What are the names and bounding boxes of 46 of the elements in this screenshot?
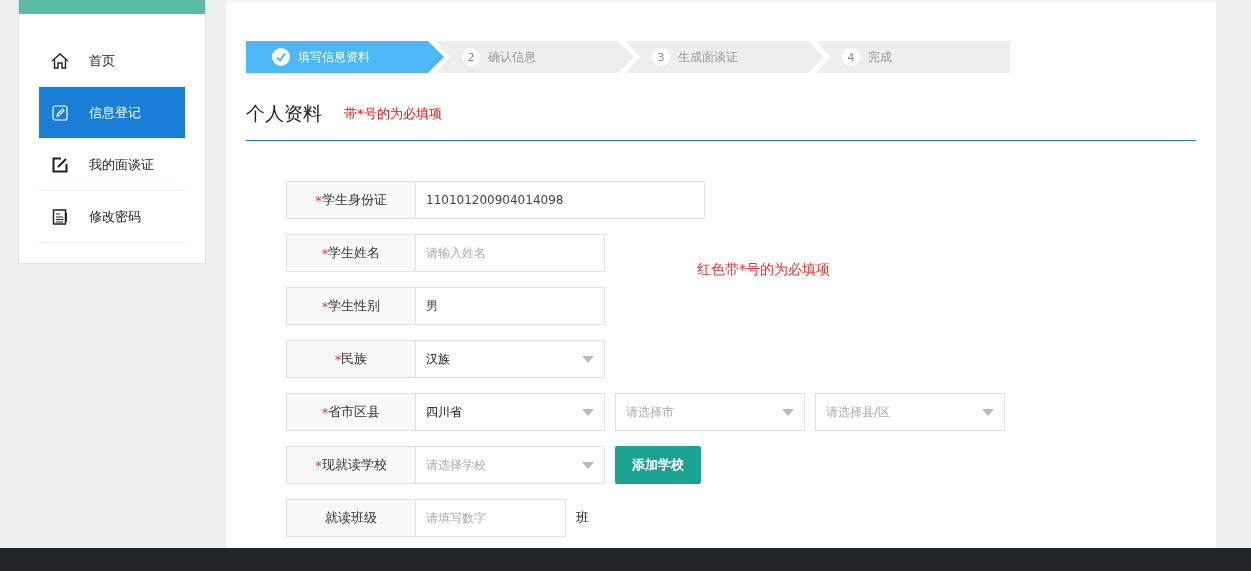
caret-icon	[582, 408, 594, 416]
document-icon	[51, 208, 69, 225]
step-label: 填写信息资料	[298, 48, 370, 66]
field-label-text: 学生性别	[328, 297, 381, 315]
step-number: 2	[462, 48, 480, 66]
step-label: 完成	[868, 48, 892, 66]
input-field[interactable]: 110101200904014098	[415, 181, 705, 219]
required-note: 红色带*号的为必填项	[697, 261, 830, 279]
sidebar-item-label: 我的面谈证	[89, 155, 154, 174]
caret-icon	[782, 408, 794, 416]
required-hint: 带*号的为必填项	[344, 104, 442, 123]
required-mark: *	[321, 298, 329, 314]
input-field[interactable]: 请填写数字	[415, 499, 566, 537]
step-number: 4	[842, 48, 860, 66]
sidebar-item-label: 修改密码	[89, 207, 141, 226]
step-label: 生成面谈证	[678, 48, 738, 66]
required-mark: *	[334, 351, 342, 367]
caret-icon	[582, 355, 594, 363]
field-label-text: 学生身份证	[321, 191, 387, 209]
pencil-square-icon	[51, 156, 69, 173]
home-icon	[51, 51, 69, 70]
field-label-text: 民族	[341, 350, 368, 368]
required-mark: *	[321, 245, 329, 261]
edit-icon	[51, 104, 69, 121]
field-label-text: 就读班级	[325, 509, 377, 527]
caret-icon	[982, 408, 994, 416]
step-number: 3	[652, 48, 670, 66]
field-label-text: 省市区县	[328, 403, 381, 421]
sidebar-item-label: 信息登记	[89, 103, 141, 122]
unit-label: 班	[576, 509, 589, 527]
required-mark: *	[315, 192, 322, 208]
required-mark: *	[321, 404, 329, 420]
field-label-text: 现就读学校	[321, 456, 387, 474]
select-field[interactable]: 四川省	[415, 393, 605, 431]
select-field[interactable]: 汉族	[415, 340, 605, 378]
field-label-text: 学生姓名	[328, 244, 381, 262]
caret-icon	[582, 461, 594, 469]
required-mark: *	[315, 457, 322, 473]
sidebar-item[interactable]: 信息登记	[39, 87, 185, 139]
sidebar-item[interactable]: 修改密码	[39, 191, 185, 243]
step-label: 确认信息	[488, 48, 536, 66]
input-field[interactable]: 男	[415, 287, 605, 325]
sidebar-item-label: 首页	[89, 51, 115, 70]
input-field[interactable]: 请输入姓名	[415, 234, 605, 272]
sidebar-item[interactable]: 我的面谈证	[39, 139, 185, 191]
section-title: 个人资料	[246, 100, 322, 126]
